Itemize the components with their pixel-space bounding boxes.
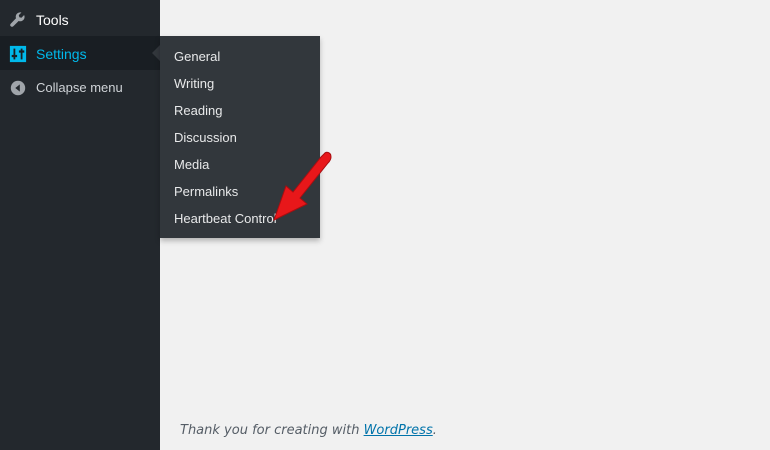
submenu-item-heartbeat-control[interactable]: Heartbeat Control	[174, 210, 277, 227]
sidebar-item-label: Settings	[36, 46, 87, 62]
settings-sliders-icon	[8, 44, 28, 64]
submenu-item-media[interactable]: Media	[174, 156, 209, 173]
submenu-item-discussion[interactable]: Discussion	[174, 129, 237, 146]
submenu-item-permalinks[interactable]: Permalinks	[174, 183, 238, 200]
wordpress-link[interactable]: WordPress	[364, 423, 433, 438]
submenu-item-general[interactable]: General	[174, 48, 220, 65]
annotation-arrow-icon	[273, 151, 332, 221]
sidebar-item-label: Tools	[36, 12, 69, 28]
collapse-left-icon	[8, 78, 28, 98]
sidebar-item-tools[interactable]: Tools	[0, 2, 160, 36]
sidebar-item-label: Collapse menu	[36, 80, 123, 95]
collapse-menu-button[interactable]: Collapse menu	[0, 70, 160, 104]
footer-text: Thank you for creating with	[180, 423, 364, 438]
submenu-item-writing[interactable]: Writing	[174, 75, 214, 92]
submenu-item-reading[interactable]: Reading	[174, 102, 222, 119]
admin-sidebar: Tools Settings Collapse menu	[0, 0, 160, 450]
sidebar-item-settings[interactable]: Settings	[0, 36, 160, 70]
admin-footer-text: Thank you for creating with WordPress.	[180, 423, 437, 438]
wrench-icon	[8, 10, 28, 30]
footer-period: .	[432, 423, 437, 438]
submenu-caret	[152, 45, 160, 61]
